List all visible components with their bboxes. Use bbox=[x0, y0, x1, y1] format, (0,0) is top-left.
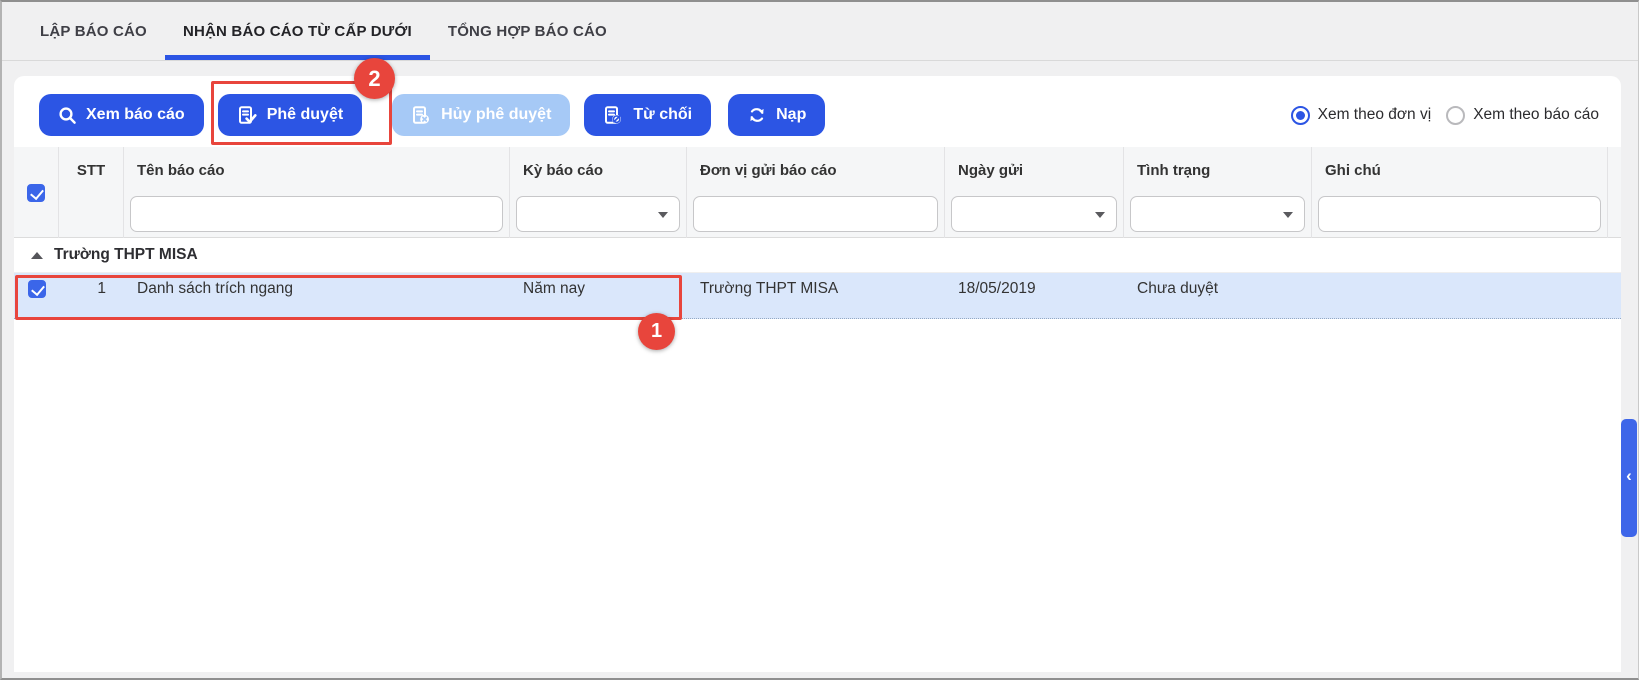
app-window: LẬP BÁO CÁO NHẬN BÁO CÁO TỪ CẤP DƯỚI TỔN… bbox=[0, 0, 1639, 680]
button-label: Từ chối bbox=[633, 106, 692, 124]
column-header-ghi-chu: Ghi chú bbox=[1312, 147, 1608, 193]
column-header-ten-bao-cao: Tên báo cáo bbox=[124, 147, 510, 193]
tab-label: LẬP BÁO CÁO bbox=[40, 23, 147, 40]
tab-tong-hop-bao-cao[interactable]: TỔNG HỢP BÁO CÁO bbox=[430, 2, 625, 60]
refresh-icon bbox=[747, 105, 767, 125]
chevron-down-icon bbox=[1283, 212, 1293, 218]
chevron-left-icon: ‹ bbox=[1626, 467, 1632, 484]
column-header-spacer bbox=[1608, 147, 1621, 193]
filter-ky-bao-cao-select[interactable] bbox=[516, 196, 680, 232]
tab-bar: LẬP BÁO CÁO NHẬN BÁO CÁO TỪ CẤP DƯỚI TỔN… bbox=[2, 2, 1638, 61]
filter-don-vi-input[interactable] bbox=[693, 196, 938, 232]
reject-button[interactable]: Từ chối bbox=[584, 94, 711, 136]
cell-tinh-trang: Chưa duyệt bbox=[1124, 280, 1312, 298]
row-checkbox-cell bbox=[14, 280, 59, 298]
chevron-down-icon bbox=[658, 212, 668, 218]
select-all-checkbox[interactable] bbox=[27, 184, 45, 202]
radio-icon bbox=[1446, 106, 1465, 125]
radio-icon bbox=[1291, 106, 1310, 125]
search-icon bbox=[58, 106, 77, 125]
group-label: Trường THPT MISA bbox=[54, 246, 198, 264]
approve-document-icon bbox=[237, 105, 258, 126]
collapse-triangle-icon[interactable] bbox=[31, 252, 43, 259]
filter-ghi-chu-input[interactable] bbox=[1318, 196, 1601, 232]
column-header-tinh-trang: Tình trạng bbox=[1124, 147, 1312, 193]
view-mode-toggle: Xem theo đơn vị Xem theo báo cáo bbox=[1291, 94, 1599, 136]
tab-nhan-bao-cao-tu-cap-duoi[interactable]: NHẬN BÁO CÁO TỪ CẤP DƯỚI bbox=[165, 2, 430, 60]
tab-label: NHẬN BÁO CÁO TỪ CẤP DƯỚI bbox=[183, 23, 412, 40]
button-label: Xem báo cáo bbox=[86, 106, 185, 124]
column-header-don-vi-gui-bao-cao: Đơn vị gửi báo cáo bbox=[687, 147, 945, 193]
chevron-down-icon bbox=[1095, 212, 1105, 218]
tab-lap-bao-cao[interactable]: LẬP BÁO CÁO bbox=[22, 2, 165, 60]
filter-cell bbox=[124, 193, 510, 238]
toolbar: Xem báo cáo Phê duyệt Hủy phê duyệt bbox=[14, 76, 1621, 147]
view-report-button[interactable]: Xem báo cáo bbox=[39, 94, 204, 136]
group-row-truong-thpt-misa[interactable]: Trường THPT MISA bbox=[14, 238, 1621, 273]
filter-tinh-trang-select[interactable] bbox=[1130, 196, 1305, 232]
button-label: Hủy phê duyệt bbox=[441, 106, 551, 124]
filter-ten-bao-cao-input[interactable] bbox=[130, 196, 503, 232]
radio-label: Xem theo báo cáo bbox=[1473, 106, 1599, 124]
radio-label: Xem theo đơn vị bbox=[1318, 106, 1432, 124]
filter-ngay-gui-select[interactable] bbox=[951, 196, 1117, 232]
column-header-ngay-gui: Ngày gửi bbox=[945, 147, 1124, 193]
cell-ngay-gui: 18/05/2019 bbox=[945, 280, 1124, 298]
unapprove-button[interactable]: Hủy phê duyệt bbox=[392, 94, 570, 136]
header-checkbox-cell bbox=[14, 147, 59, 238]
filter-cell bbox=[1124, 193, 1312, 238]
filter-cell bbox=[1312, 193, 1608, 238]
radio-xem-theo-bao-cao[interactable]: Xem theo báo cáo bbox=[1446, 106, 1599, 125]
row-checkbox[interactable] bbox=[28, 280, 46, 298]
radio-xem-theo-don-vi[interactable]: Xem theo đơn vị bbox=[1291, 106, 1432, 125]
cell-stt: 1 bbox=[59, 280, 124, 298]
cell-ten-bao-cao: Danh sách trích ngang bbox=[124, 280, 510, 298]
reject-document-icon bbox=[603, 105, 624, 126]
approve-button[interactable]: Phê duyệt bbox=[218, 94, 362, 136]
content-card: Xem báo cáo Phê duyệt Hủy phê duyệt bbox=[14, 76, 1621, 672]
reload-button[interactable]: Nạp bbox=[728, 94, 825, 136]
filter-cell-spacer bbox=[1608, 193, 1621, 238]
button-label: Phê duyệt bbox=[267, 106, 343, 124]
column-header-stt: STT bbox=[59, 147, 124, 193]
filter-cell-stt bbox=[59, 193, 124, 238]
table-header: STT Tên báo cáo Kỳ báo cáo Đơn vị gửi bá… bbox=[14, 147, 1621, 238]
side-panel-toggle[interactable]: ‹ bbox=[1621, 419, 1637, 537]
column-header-ky-bao-cao: Kỳ báo cáo bbox=[510, 147, 687, 193]
table-row[interactable]: 1 Danh sách trích ngang Năm nay Trường T… bbox=[14, 273, 1621, 319]
cell-don-vi-gui: Trường THPT MISA bbox=[687, 280, 945, 298]
unapprove-document-icon bbox=[411, 105, 432, 126]
button-label: Nạp bbox=[776, 106, 806, 124]
filter-cell bbox=[510, 193, 687, 238]
cell-ky-bao-cao: Năm nay bbox=[510, 280, 687, 298]
filter-cell bbox=[945, 193, 1124, 238]
tab-label: TỔNG HỢP BÁO CÁO bbox=[448, 23, 607, 40]
filter-cell bbox=[687, 193, 945, 238]
